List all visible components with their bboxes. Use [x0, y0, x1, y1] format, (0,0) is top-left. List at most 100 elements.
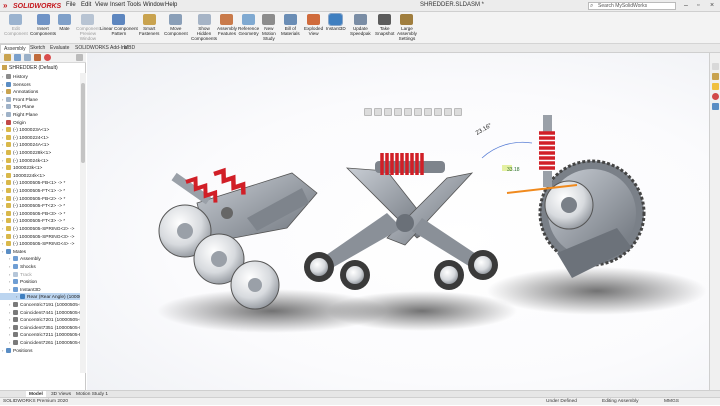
menu-insert[interactable]: Insert — [110, 2, 125, 8]
tool-update-speedpak[interactable]: Update Speedpak — [350, 14, 371, 36]
tree-item[interactable]: › (-) 10000505-SPRING<4> -> — [0, 240, 80, 247]
file-explorer-icon[interactable] — [712, 83, 719, 90]
tool-reference-geometry[interactable]: Reference Geometry — [238, 14, 259, 36]
scene-icon[interactable] — [444, 108, 452, 116]
feature-tree-icon[interactable] — [4, 54, 11, 61]
tree-item[interactable]: › Assembly — [0, 255, 80, 262]
solidworks-resources-icon[interactable] — [712, 63, 719, 70]
tree-item[interactable]: › Rear (Rear Angle) (10000 — [0, 293, 80, 301]
tree-item[interactable]: › (-) 1000023A<1> — [0, 126, 80, 133]
feature-manager-panel: SHREDDER (Default) › History › Sensors › Anno… — [0, 53, 86, 390]
tab-evaluate[interactable]: Evaluate — [47, 44, 72, 53]
tree-item[interactable]: › Front Plane — [0, 96, 80, 103]
tree-item[interactable]: › (-) 10000505-FT<2> -> * — [0, 202, 80, 209]
tree-item-icon — [6, 104, 11, 110]
menu-window[interactable]: Window — [143, 2, 164, 8]
appearances-icon[interactable] — [712, 93, 719, 100]
tool-move-component[interactable]: Move Component — [164, 14, 188, 36]
tree-item[interactable]: › 1000023k<1> — [0, 164, 80, 171]
tree-item[interactable]: › Concentric7201 (10000505-F — [0, 316, 80, 323]
tool-assembly-features[interactable]: Assembly Features — [217, 14, 237, 36]
tree-item[interactable]: › Coincident7261 (10000505-F — [0, 339, 80, 346]
display-style-icon[interactable] — [414, 108, 422, 116]
scroll-thumb[interactable] — [81, 83, 85, 163]
tree-item[interactable]: › (-) 1000024A<1> — [0, 141, 80, 148]
tree-item[interactable]: › Instant3D — [0, 286, 80, 293]
zoom-to-fit-icon[interactable] — [364, 108, 372, 116]
tab-sketch[interactable]: Sketch — [27, 44, 48, 53]
tree-item[interactable]: › Shocks — [0, 263, 80, 270]
section-view-icon[interactable] — [394, 108, 402, 116]
close-icon[interactable]: × — [710, 2, 714, 9]
appearance-icon[interactable] — [434, 108, 442, 116]
menu-tools[interactable]: Tools — [127, 2, 141, 8]
tree-item[interactable]: › (-) 10000505-FT<1> -> * — [0, 187, 80, 194]
tree-item[interactable]: › Coincident7351 (10000505-F — [0, 324, 80, 331]
tool-large-assembly-settings[interactable]: Large Assembly Settings — [397, 14, 417, 41]
feature-tree-scrollbar[interactable] — [80, 73, 86, 373]
tool-billof-materials[interactable]: Bill of Materials — [281, 14, 300, 36]
expand-panel-icon[interactable] — [76, 54, 83, 61]
tab-mbd[interactable]: MBD — [121, 44, 138, 53]
tool-edit-component[interactable]: Edit Component — [4, 14, 28, 36]
tree-item[interactable]: › Position — [0, 278, 80, 285]
graphics-area[interactable]: 23.16° 33.18 — [87, 53, 709, 390]
tree-item[interactable]: › Positions — [0, 347, 80, 354]
tool-component-preview-window[interactable]: Component Preview Window — [76, 14, 100, 41]
menu-edit[interactable]: Edit — [81, 2, 91, 8]
tree-item[interactable]: › Right Plane — [0, 111, 80, 118]
tree-item[interactable]: › Annotations — [0, 88, 80, 95]
tool-insert-components[interactable]: Insert Components — [30, 14, 56, 36]
menu-view[interactable]: View — [95, 2, 108, 8]
zoom-area-icon[interactable] — [374, 108, 382, 116]
tool-icon — [307, 14, 321, 25]
search-input[interactable]: ⌕ Search MySolidWorks — [588, 2, 676, 10]
maximize-icon[interactable]: ▫ — [697, 2, 699, 9]
tree-item[interactable]: › (-) 10000505-FB<1> -> * — [0, 179, 80, 186]
tree-item[interactable]: › (-) 10000505-FT<3> -> * — [0, 217, 80, 224]
tool-instant3d[interactable]: Instant3D — [326, 13, 346, 31]
property-manager-icon[interactable] — [14, 54, 21, 61]
tree-item[interactable]: › (-) 10000505-SPRING<2> -> — [0, 225, 80, 232]
view-orientation-icon[interactable] — [404, 108, 412, 116]
tree-item[interactable]: › Sensors — [0, 81, 80, 88]
previous-view-icon[interactable] — [384, 108, 392, 116]
tree-item[interactable]: › (-) 10000224<1> — [0, 134, 80, 141]
tree-item[interactable]: › (-) 10000505-FB<3> -> * — [0, 210, 80, 217]
tree-item[interactable]: › Concentric7211 (10000505-F — [0, 331, 80, 338]
tab-assembly[interactable]: Assembly — [0, 44, 30, 53]
tool-show-hidden-components[interactable]: Show Hidden Components — [191, 14, 217, 41]
solidworks-logo[interactable]: » SOLIDWORKS — [3, 1, 61, 11]
minimize-icon[interactable]: – — [684, 2, 688, 9]
tree-item[interactable]: › (-) 10000505-SPRING<3> -> — [0, 233, 80, 240]
view-settings-icon[interactable] — [454, 108, 462, 116]
tree-item[interactable]: › History — [0, 73, 80, 80]
tree-item[interactable]: › Concentric7191 (10000505-F — [0, 301, 80, 308]
tool-take-snapshot[interactable]: Take Snapshot — [375, 14, 394, 36]
display-manager-icon[interactable] — [44, 54, 51, 61]
dimxpert-icon[interactable] — [34, 54, 41, 61]
menu-help[interactable]: Help — [165, 2, 177, 8]
tree-item[interactable]: › Mates — [0, 248, 80, 255]
tree-item[interactable]: › 10000224k<1> — [0, 172, 80, 179]
menu-file[interactable]: File — [66, 2, 76, 8]
tool-label: Smart Fasteners — [139, 26, 160, 36]
tool-linearcomponent-pattern[interactable]: Linear Component Pattern — [100, 14, 138, 36]
tree-item[interactable]: › (-) 10000505-FB<2> -> * — [0, 195, 80, 202]
tree-item[interactable]: › (-) 10000228k<1> — [0, 149, 80, 156]
tool-smart-fasteners[interactable]: Smart Fasteners — [139, 14, 159, 36]
configuration-icon[interactable] — [24, 54, 31, 61]
design-library-icon[interactable] — [712, 73, 719, 80]
hide-show-items-icon[interactable] — [424, 108, 432, 116]
tree-item[interactable]: › Coincident7441 (10000505-F — [0, 309, 80, 316]
tree-item[interactable]: › (-) 1000024k<1> — [0, 157, 80, 164]
tool-new-motion-study[interactable]: New Motion Study — [262, 14, 276, 41]
tree-item[interactable]: › Origin — [0, 119, 80, 126]
tree-root[interactable]: SHREDDER (Default) — [2, 65, 58, 71]
tree-item[interactable]: › Track — [0, 271, 80, 278]
tool-mate[interactable]: Mate — [58, 14, 71, 31]
tool-icon — [197, 14, 211, 25]
custom-properties-icon[interactable] — [712, 103, 719, 110]
tool-exploded-view[interactable]: Exploded View — [304, 14, 323, 36]
tree-item[interactable]: › Top Plane — [0, 103, 80, 110]
